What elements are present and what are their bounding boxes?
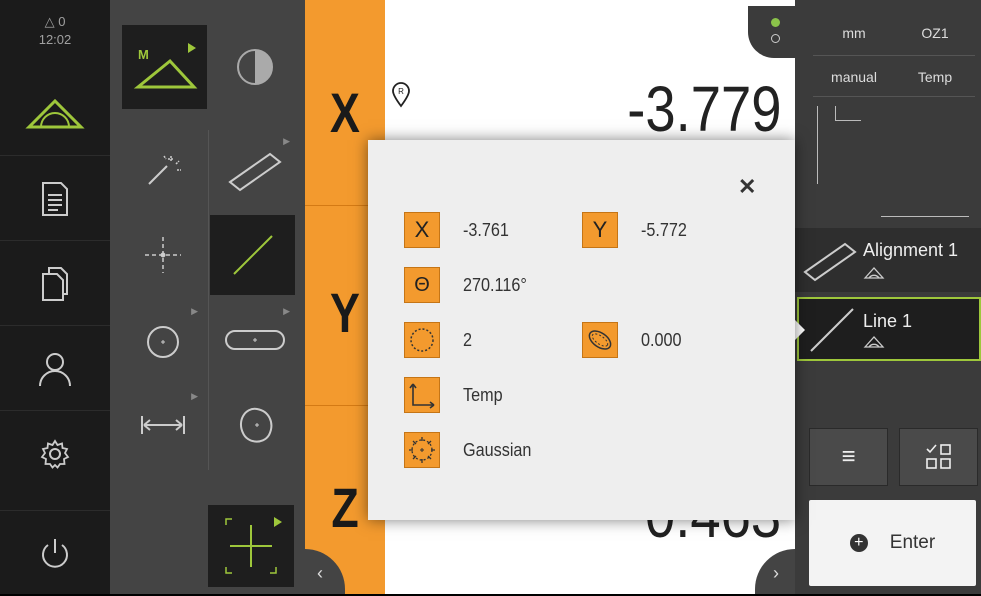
list-view-button[interactable]: ≡ [809, 428, 888, 486]
fit-algorithm-icon [404, 432, 440, 468]
manual-triangle-icon [863, 267, 885, 279]
feature-label: Line 1 [863, 311, 913, 331]
manual-measure-icon: M [133, 43, 197, 89]
x-position-value: -3.779 [626, 73, 781, 145]
gear-icon [40, 438, 70, 469]
settings-menu-item[interactable] [0, 410, 110, 496]
line-icon [810, 308, 854, 352]
enter-label: Enter [889, 532, 936, 553]
line-tool[interactable] [210, 215, 295, 295]
reference-marker-icon: R [391, 82, 411, 113]
slot-icon [225, 330, 285, 350]
enter-button[interactable]: + Enter [809, 500, 976, 586]
svg-text:R: R [398, 87, 404, 96]
submenu-arrow-icon: ▶ [191, 306, 198, 316]
measure-menu-item[interactable] [0, 70, 110, 155]
inspector-panel: mm OZ1 manual Temp Alignment 1 Line 1 ≡ … [795, 0, 981, 594]
feature-label: Alignment 1 [863, 240, 959, 260]
status-indicator[interactable] [748, 6, 795, 58]
alignment-icon [803, 242, 857, 282]
reference-system-value: Temp [463, 385, 503, 405]
line-icon [232, 235, 273, 275]
protocol-menu-item[interactable] [0, 155, 110, 241]
measurement-mode-toggle[interactable]: manual [813, 58, 896, 96]
measure-icon [25, 98, 85, 128]
submenu-arrow-icon: ▶ [191, 391, 198, 401]
measure-magic-tool[interactable] [118, 130, 208, 210]
main-menu: △ 0 12:02 [0, 0, 110, 594]
coordinate-system-toggle[interactable]: OZ1 [895, 14, 975, 52]
x-coordinate-icon: X [404, 212, 440, 248]
reference-system-icon [404, 377, 440, 413]
plus-circle-icon: + [849, 534, 868, 552]
user-icon [39, 352, 71, 386]
chevron-right-icon: › [773, 563, 779, 583]
menu-lines-icon: ≡ [841, 443, 856, 470]
distance-tool[interactable]: ▶ [118, 385, 208, 465]
distance-icon [141, 416, 185, 434]
fit-algorithm-value: Gaussian [463, 440, 532, 460]
switch-off-menu-item[interactable] [0, 510, 110, 596]
add-point-tool[interactable] [208, 505, 294, 587]
slot-tool[interactable]: ▶ [210, 300, 300, 380]
power-icon [42, 538, 68, 568]
close-icon[interactable]: ✕ [738, 174, 756, 200]
document-icon [42, 181, 68, 216]
status-area: △ 0 12:02 [0, 14, 110, 47]
svg-text:M: M [138, 47, 149, 62]
feature-item-alignment[interactable]: Alignment 1 [795, 228, 981, 292]
form-error-icon [582, 322, 618, 358]
angle-value: 270.116° [463, 275, 527, 295]
point-tool[interactable] [118, 215, 208, 295]
submenu-arrow-icon: ▶ [283, 136, 290, 146]
alignment-tool[interactable]: ▶ [210, 130, 300, 210]
contrast-icon [237, 49, 273, 85]
circle-tool[interactable]: ▶ [118, 300, 208, 380]
point-count-value: 2 [463, 330, 473, 350]
files-icon [42, 266, 68, 301]
feature-item-line[interactable]: Line 1 [797, 297, 981, 361]
point-icon [145, 237, 181, 273]
status-dot-empty-icon [771, 34, 780, 43]
contrast-tool[interactable] [210, 25, 300, 109]
feature-details-dialog: ✕ X -3.761 Y -5.772 Θ 270.116° 2 0.000 T… [368, 140, 795, 520]
selection-mode-button[interactable] [899, 428, 978, 486]
blob-icon [239, 407, 273, 443]
rectangle-alignment-icon [228, 152, 282, 192]
submenu-arrow-icon: ▶ [283, 306, 290, 316]
y-coordinate-icon: Y [582, 212, 618, 248]
manual-triangle-icon [863, 336, 885, 348]
temperature-toggle[interactable]: Temp [895, 58, 975, 96]
status-dot-icon [771, 18, 780, 27]
clock: 12:02 [38, 32, 72, 47]
x-axis-label[interactable]: X [313, 80, 377, 145]
form-error-value: 0.000 [641, 330, 682, 350]
circle-icon [147, 326, 179, 358]
point-count-icon [404, 322, 440, 358]
message-counter[interactable]: △ 0 [0, 14, 110, 30]
manual-measurement-tool[interactable]: M [122, 25, 207, 109]
chevron-left-icon: ‹ [317, 563, 323, 583]
unit-toggle[interactable]: mm [813, 14, 896, 52]
selection-pointer [795, 320, 805, 340]
magic-wand-icon [148, 155, 181, 185]
user-login-menu-item[interactable] [0, 325, 110, 411]
blob-tool[interactable] [210, 385, 300, 465]
file-management-menu-item[interactable] [0, 240, 110, 326]
y-coordinate-value: -5.772 [641, 220, 687, 240]
x-coordinate-value: -3.761 [463, 220, 509, 240]
select-grid-icon [925, 444, 951, 469]
angle-icon: Θ [404, 267, 440, 303]
preview-window [817, 106, 975, 222]
tool-palette: M ▶ ▶ ▶ ▶ [110, 0, 305, 594]
crosshair-add-icon [225, 517, 282, 574]
